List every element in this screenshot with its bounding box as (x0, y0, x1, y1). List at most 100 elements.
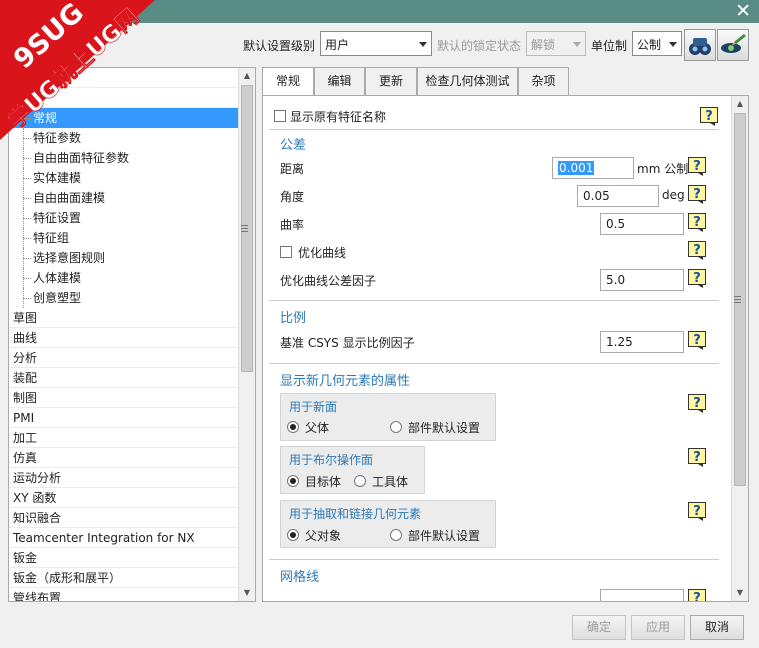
boolean-face-group: 用于布尔操作面 目标体 工具体 (280, 446, 425, 494)
help-icon[interactable]: ? (688, 394, 707, 413)
tree-item-label: 常规 (33, 111, 58, 125)
svg-text:?: ? (693, 187, 701, 202)
tree-item-label: 选择意图规则 (33, 251, 106, 265)
tree-item[interactable]: 建模 (9, 88, 255, 108)
show-feature-name-checkbox[interactable] (274, 110, 286, 122)
angle-label: 角度 (280, 190, 305, 204)
part-default-radio[interactable] (390, 529, 402, 541)
target-body-radio[interactable] (287, 475, 299, 487)
curvature-input[interactable]: 0.5 (600, 213, 684, 235)
help-icon[interactable]: ? (688, 502, 707, 521)
scroll-down-icon[interactable]: ▼ (732, 585, 748, 601)
tab-misc[interactable]: 杂项 (518, 67, 569, 96)
parent-body-radio[interactable] (287, 421, 299, 433)
tree-item[interactable]: 钣金（成形和展平） (9, 568, 255, 588)
help-icon[interactable]: ? (688, 213, 707, 232)
tree-connector (23, 158, 31, 159)
help-icon[interactable]: ? (688, 448, 707, 467)
close-icon[interactable]: ✕ (735, 1, 751, 21)
manage-settings-button[interactable] (717, 29, 749, 61)
tree-item-label: 特征参数 (33, 131, 82, 145)
scroll-up-icon[interactable]: ▲ (732, 96, 748, 112)
tree-item[interactable]: PMI (9, 408, 255, 428)
show-feature-name-label: 显示原有特征名称 (290, 110, 387, 124)
eye-pencil-icon (721, 34, 746, 53)
part-default-radio[interactable] (390, 421, 402, 433)
tree-child-item[interactable]: 特征设置 (9, 208, 255, 228)
radio-label: 部件默认设置 (408, 421, 481, 435)
help-icon[interactable]: ? (688, 269, 707, 288)
tree-item[interactable]: 加工 (9, 428, 255, 448)
settings-panel: 显示原有特征名称 ? 公差 距离 0.001 mm 公制 ? 角度 0.05 d… (262, 95, 749, 602)
tree-child-item[interactable]: 特征参数 (9, 128, 255, 148)
unit-dropdown[interactable]: 公制 (632, 31, 682, 56)
tree-child-item[interactable]: 特征组 (9, 228, 255, 248)
tree-item[interactable]: 制图 (9, 388, 255, 408)
csys-scale-label: 基准 CSYS 显示比例因子 (280, 336, 415, 350)
tree-child-item[interactable]: 自由曲面建模 (9, 188, 255, 208)
scale-section-title: 比例 (280, 311, 307, 326)
apply-button[interactable]: 应用 (631, 615, 685, 640)
help-icon[interactable]: ? (688, 185, 707, 204)
svg-text:?: ? (693, 271, 701, 286)
lock-state-dropdown[interactable]: 解锁 (526, 31, 586, 56)
help-icon[interactable]: ? (688, 589, 707, 602)
tool-body-radio[interactable] (354, 475, 366, 487)
tree-item[interactable] (9, 68, 255, 88)
tab-edit[interactable]: 编辑 (314, 67, 365, 96)
tree-connector (23, 138, 31, 139)
tree-item[interactable]: XY 函数 (9, 488, 255, 508)
tree-item[interactable]: 知识融合 (9, 508, 255, 528)
optimize-curve-checkbox[interactable] (280, 246, 292, 258)
tab-update[interactable]: 更新 (365, 67, 417, 96)
parent-object-radio[interactable] (287, 529, 299, 541)
svg-text:?: ? (693, 159, 701, 174)
tree-item[interactable]: 运动分析 (9, 468, 255, 488)
tree-item-label: 装配 (13, 371, 38, 385)
tree-item[interactable]: Teamcenter Integration for NX (9, 528, 255, 548)
tree-child-item[interactable]: 人体建模 (9, 268, 255, 288)
distance-input[interactable]: 0.001 (552, 157, 634, 179)
tree-item[interactable]: 钣金 (9, 548, 255, 568)
scroll-down-icon[interactable]: ▼ (239, 585, 255, 601)
tree-item[interactable]: 管线布置 (9, 588, 255, 602)
tree-scrollbar[interactable]: ▲ ▼ (238, 68, 255, 601)
mesh-section-title: 网格线 (280, 570, 320, 585)
help-icon[interactable]: ? (688, 331, 707, 350)
svg-text:?: ? (693, 450, 701, 465)
panel-scrollbar[interactable]: ▲ ▼ (731, 96, 748, 601)
svg-text:?: ? (693, 215, 701, 230)
ok-button[interactable]: 确定 (572, 615, 626, 640)
tree-child-item[interactable]: 自由曲面特征参数 (9, 148, 255, 168)
tree-child-item[interactable]: 常规 (9, 108, 255, 128)
optimize-factor-input[interactable]: 5.0 (600, 269, 684, 291)
help-icon[interactable]: ? (688, 157, 707, 176)
tree-child-item[interactable]: 选择意图规则 (9, 248, 255, 268)
find-defaults-button[interactable] (684, 29, 716, 61)
tree-item[interactable]: 草图 (9, 308, 255, 328)
svg-text:?: ? (693, 243, 701, 258)
tree-item[interactable]: 曲线 (9, 328, 255, 348)
tree-connector (23, 178, 31, 179)
angle-input[interactable]: 0.05 (577, 185, 659, 207)
tree-item[interactable]: 装配 (9, 368, 255, 388)
tree-item[interactable]: 仿真 (9, 448, 255, 468)
tree-item-label: 创意塑型 (33, 291, 82, 305)
default-level-dropdown[interactable]: 用户 (320, 31, 432, 56)
tab-general[interactable]: 常规 (262, 67, 314, 97)
tree-connector (23, 218, 31, 219)
help-icon[interactable]: ? (688, 241, 707, 260)
tree-item[interactable]: 分析 (9, 348, 255, 368)
cancel-button[interactable]: 取消 (690, 615, 744, 640)
tree-item-label: 管线布置 (13, 591, 62, 602)
radio-label: 目标体 (305, 475, 342, 489)
scroll-up-icon[interactable]: ▲ (239, 68, 255, 84)
tree-item-label: 制图 (13, 391, 38, 405)
tree-child-item[interactable]: 实体建模 (9, 168, 255, 188)
tab-check-geometry[interactable]: 检查几何体测试 (417, 67, 518, 96)
tree-child-item[interactable]: 创意塑型 (9, 288, 255, 308)
tree-connector (23, 298, 31, 299)
mesh-input[interactable] (600, 589, 684, 601)
help-icon[interactable]: ? (700, 107, 719, 126)
csys-scale-input[interactable]: 1.25 (600, 331, 684, 353)
